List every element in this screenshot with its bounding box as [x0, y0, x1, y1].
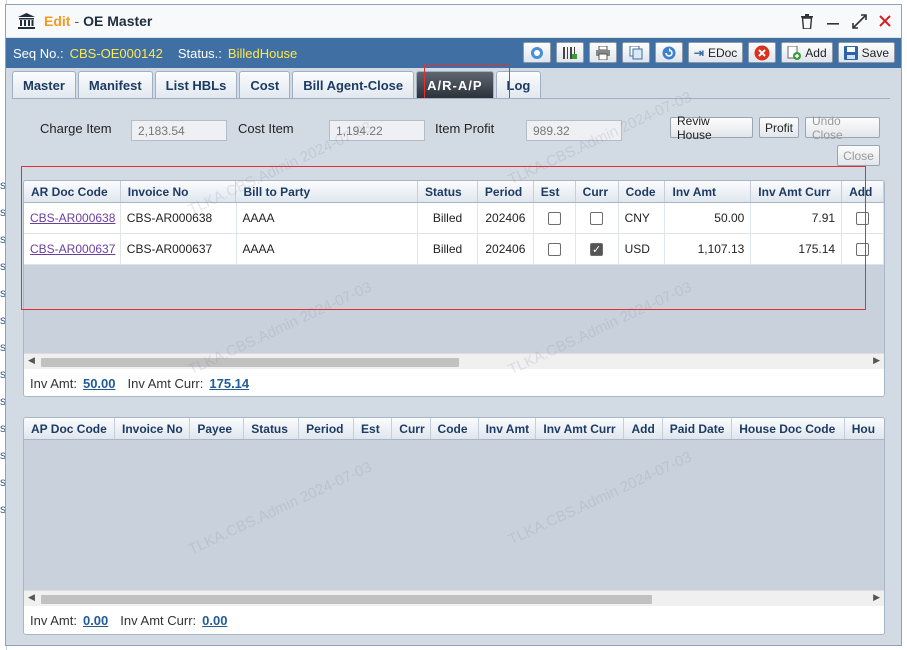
- tab-list-hbls[interactable]: List HBLs: [154, 71, 238, 98]
- edoc-button[interactable]: ⇥ EDoc: [687, 42, 744, 63]
- dialog-title: OE Master: [83, 13, 153, 29]
- tab-manifest[interactable]: Manifest: [77, 71, 153, 98]
- ar-inv-amt-curr-total[interactable]: 175.14: [209, 376, 249, 391]
- edit-mode-label: Edit: [44, 13, 71, 29]
- ap-grid-empty-area: [24, 440, 884, 590]
- barcode-button[interactable]: [555, 42, 584, 63]
- add-label: Add: [805, 45, 827, 60]
- col-ap-doc-code[interactable]: AP Doc Code: [24, 418, 115, 439]
- ar-grid-hscrollbar[interactable]: ◀ ▶: [24, 353, 884, 369]
- seq-no-value: CBS-OE000142: [69, 45, 163, 61]
- title-separator: -: [74, 13, 80, 29]
- close-window-icon[interactable]: [877, 13, 893, 29]
- dialog-titlebar[interactable]: Edit - OE Master: [6, 5, 901, 38]
- ar-inv-amt-curr-label: Inv Amt Curr:: [127, 375, 204, 391]
- scroll-left-icon[interactable]: ◀: [28, 355, 35, 366]
- print-button[interactable]: [588, 42, 617, 63]
- scroll-right-icon[interactable]: ▶: [873, 355, 880, 366]
- col-paid-date[interactable]: Paid Date: [663, 418, 733, 439]
- undo-close-button[interactable]: Undo Close: [805, 114, 880, 142]
- barcode-icon: [562, 46, 577, 59]
- maximize-icon[interactable]: [851, 13, 867, 29]
- close-button[interactable]: Close: [837, 145, 880, 166]
- save-label: Save: [861, 45, 889, 60]
- record-info-bar: Seq No.: CBS-OE000142 Status.: BilledHou…: [6, 38, 901, 68]
- ar-inv-amt-total[interactable]: 50.00: [83, 376, 116, 391]
- tab-bill-agent-close[interactable]: Bill Agent-Close: [292, 71, 415, 98]
- refresh-data-button[interactable]: [522, 42, 551, 63]
- cancel-button[interactable]: [748, 42, 777, 63]
- cancel-icon: [754, 45, 770, 60]
- item-profit-label: Item Profit: [435, 121, 495, 136]
- ar-grid-highlight-box: [21, 166, 866, 310]
- dialog-toolbar: ⇥ EDoc Add Save: [522, 42, 895, 63]
- printer-icon: [595, 45, 610, 60]
- save-button[interactable]: Save: [837, 42, 895, 63]
- edoc-icon: ⇥: [693, 45, 704, 60]
- col-status[interactable]: Status: [244, 418, 300, 439]
- cost-item-label: Cost Item: [238, 121, 294, 136]
- col-code[interactable]: Code: [431, 418, 479, 439]
- charge-item-label: Charge Item: [40, 121, 112, 136]
- charge-item-field: 2,183.54: [131, 120, 227, 141]
- col-inv-amt-curr[interactable]: Inv Amt Curr: [536, 418, 625, 439]
- edoc-label: EDoc: [707, 45, 738, 60]
- reload-icon: [662, 46, 676, 59]
- tab-cost[interactable]: Cost: [239, 71, 291, 98]
- ap-grid: AP Doc Code Invoice No Payee Status Peri…: [23, 417, 885, 635]
- ar-inv-amt-label: Inv Amt:: [30, 375, 77, 391]
- profit-button[interactable]: Profit: [759, 117, 799, 138]
- add-button[interactable]: Add: [781, 42, 833, 63]
- bank-icon: [18, 13, 35, 29]
- save-icon: [843, 45, 858, 60]
- ap-inv-amt-total[interactable]: 0.00: [83, 613, 108, 628]
- scroll-left-icon[interactable]: ◀: [28, 592, 35, 603]
- cost-item-field: 1,194.22: [329, 120, 425, 141]
- col-curr[interactable]: Curr: [392, 418, 431, 439]
- col-est[interactable]: Est: [354, 418, 393, 439]
- ap-inv-amt-curr-total[interactable]: 0.00: [202, 613, 227, 628]
- ar-grid-footer: Inv Amt: 50.00 Inv Amt Curr: 175.14: [24, 370, 884, 396]
- seq-no-label: Seq No.:: [13, 45, 64, 61]
- col-invoice-no[interactable]: Invoice No: [115, 418, 191, 439]
- review-house-button[interactable]: Reviw House: [670, 114, 753, 142]
- add-document-icon: [787, 45, 802, 60]
- ap-grid-hscrollbar[interactable]: ◀ ▶: [24, 590, 884, 606]
- col-house-doc-code[interactable]: House Doc Code: [732, 418, 845, 439]
- col-add[interactable]: Add: [624, 418, 663, 439]
- status-label: Status.:: [177, 45, 222, 61]
- copy-button[interactable]: [621, 42, 650, 63]
- scroll-right-icon[interactable]: ▶: [873, 592, 880, 603]
- trash-icon[interactable]: [799, 13, 815, 29]
- col-hou[interactable]: Hou: [845, 418, 884, 439]
- copy-icon: [629, 45, 643, 59]
- scroll-thumb[interactable]: [41, 358, 459, 367]
- col-payee[interactable]: Payee: [190, 418, 245, 439]
- cloud-sync-icon: [530, 46, 543, 59]
- scroll-thumb[interactable]: [41, 595, 652, 604]
- reload-button[interactable]: [654, 42, 683, 63]
- ap-grid-header: AP Doc Code Invoice No Payee Status Peri…: [24, 418, 884, 440]
- minimize-icon[interactable]: [825, 13, 841, 29]
- ap-inv-amt-curr-label: Inv Amt Curr:: [120, 612, 197, 628]
- col-period[interactable]: Period: [299, 418, 355, 439]
- ap-grid-footer: Inv Amt: 0.00 Inv Amt Curr: 0.00: [24, 607, 884, 633]
- col-inv-amt[interactable]: Inv Amt: [479, 418, 537, 439]
- item-profit-field: 989.32: [526, 120, 622, 141]
- ap-inv-amt-label: Inv Amt:: [30, 612, 77, 628]
- status-value: BilledHouse: [227, 45, 298, 61]
- tab-master[interactable]: Master: [12, 71, 76, 98]
